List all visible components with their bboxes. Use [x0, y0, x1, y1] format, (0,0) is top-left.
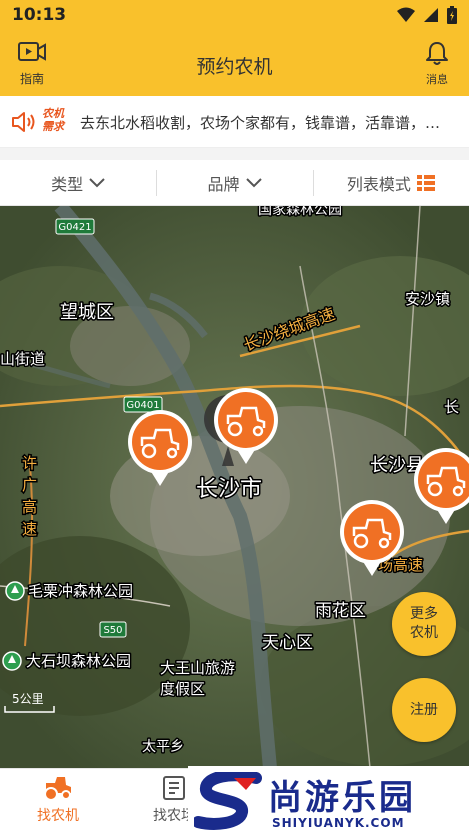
notice-badge-line2: 需求: [42, 120, 64, 133]
message-label: 消息: [426, 73, 448, 86]
xuguang-char: 速: [22, 520, 37, 538]
type-filter-label: 类型: [51, 174, 84, 194]
map-scale-label: 5公里: [12, 692, 44, 706]
road-label-g0421: G0421: [58, 222, 91, 233]
section-divider: [0, 148, 469, 160]
type-filter[interactable]: 类型: [0, 160, 156, 205]
wifi-icon: [397, 7, 415, 22]
filter-bar: 类型 品牌 列表模式: [0, 160, 469, 206]
map-label-wangcheng: 望城区: [60, 302, 114, 323]
park-pin-icon: [5, 581, 25, 601]
site-watermark: 尚游乐园 SHIYIUANYK.COM: [188, 766, 469, 834]
chevron-down-icon: [245, 177, 262, 187]
notice-badge: 农机 需求: [42, 107, 64, 133]
status-bar: 10:13: [0, 0, 469, 30]
map-label-dawangshan: 大王山旅游: [160, 659, 235, 677]
watermark-brand: 尚游乐园: [268, 778, 416, 818]
map-label-shanjiedao: 山街道: [0, 350, 45, 368]
road-shield-g0401: G0401: [123, 396, 163, 413]
document-icon: [163, 776, 185, 800]
list-mode-label: 列表模式: [346, 174, 411, 194]
bell-icon: [426, 42, 448, 65]
status-time: 10:13: [12, 5, 67, 25]
xuguang-char: 许: [22, 454, 37, 472]
notice-badge-line1: 农机: [42, 107, 64, 120]
map-label-tianxin: 天心区: [262, 633, 313, 653]
message-button[interactable]: 消息: [417, 40, 457, 87]
signal-icon: [424, 8, 438, 22]
park-pin-icon: [2, 651, 22, 671]
map-label-taiping: 太平乡: [142, 739, 184, 755]
list-icon: [416, 174, 435, 191]
xuguang-char: 高: [22, 498, 37, 516]
brand-filter[interactable]: 品牌: [156, 160, 312, 205]
road-label-g0401: G0401: [126, 400, 159, 411]
tab-find-machine[interactable]: 找农机: [18, 775, 98, 825]
tractor-icon: [44, 777, 71, 801]
app-bar: 指南 预约农机 消息: [0, 30, 469, 96]
map-canvas[interactable]: G0421 G0401 S50 国家森林公园 望城区 安沙镇 山街道 长沙绕城高…: [0, 206, 469, 768]
status-icons: [397, 6, 457, 24]
map-label-park-top: 国家森林公园: [258, 206, 342, 218]
road-label-s50: S50: [103, 625, 122, 636]
satellite-map[interactable]: G0421 G0401 S50 国家森林公园 望城区 安沙镇 山街道 长沙绕城高…: [0, 206, 469, 768]
xuguang-char: 广: [22, 476, 37, 494]
page-title: 预约农机: [196, 56, 273, 78]
tab-find-machine-label: 找农机: [37, 808, 79, 824]
register-button[interactable]: 注册: [392, 678, 456, 742]
watermark-url: SHIYIUANYK.COM: [272, 816, 405, 830]
map-label-maolichong: 毛栗冲森林公园: [28, 582, 133, 600]
watermark-logo: [194, 772, 262, 830]
map-label-chang: 长: [444, 398, 459, 416]
battery-icon: [447, 6, 457, 24]
more-machines-button[interactable]: 更多 农机: [392, 592, 456, 656]
notice-banner[interactable]: 农机 需求 去东北水稻收割，农场个家都有，钱靠谱，活靠谱，…: [0, 96, 469, 148]
road-shield-s50: S50: [99, 621, 127, 638]
map-label-dashiba: 大石坝森林公园: [26, 652, 131, 670]
speaker-icon: [12, 112, 35, 132]
list-mode-toggle[interactable]: 列表模式: [312, 160, 469, 205]
chevron-down-icon: [89, 177, 105, 187]
map-label-changsha-city: 长沙市: [196, 477, 262, 502]
map-label-yuhua: 雨花区: [315, 601, 366, 621]
map-label-anshazhen: 安沙镇: [405, 290, 450, 308]
road-shield-g0421: G0421: [55, 218, 95, 235]
map-label-dujiaqu: 度假区: [160, 680, 205, 698]
notice-text: 去东北水稻收割，农场个家都有，钱靠谱，活靠谱，…: [80, 114, 441, 132]
brand-filter-label: 品牌: [207, 174, 240, 194]
